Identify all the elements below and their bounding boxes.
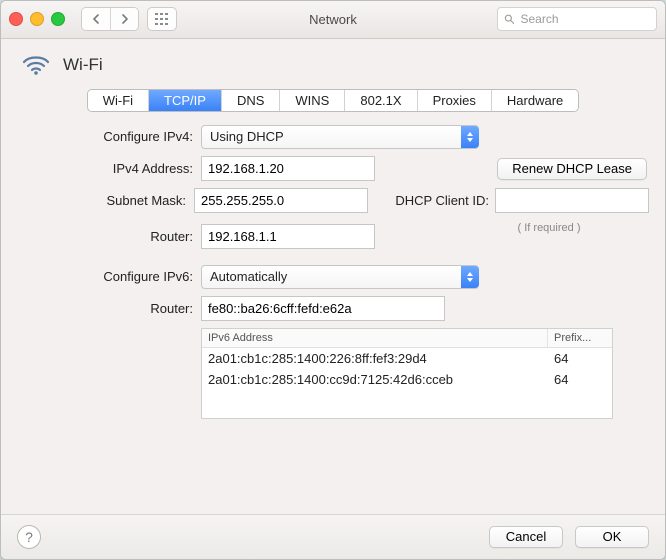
window-controls <box>9 12 65 26</box>
ipv6-prefix-cell: 64 <box>548 369 612 390</box>
subnet-mask-field[interactable] <box>194 188 368 213</box>
chevron-updown-icon <box>461 126 479 148</box>
ipv4-router-label: Router: <box>17 229 201 244</box>
table-row[interactable]: 2a01:cb1c:285:1400:cc9d:7125:42d6:cceb64 <box>202 369 612 390</box>
nav-forward-button[interactable] <box>110 8 138 30</box>
ipv6-address-cell: 2a01:cb1c:285:1400:226:8ff:fef3:29d4 <box>202 348 548 369</box>
configure-ipv6-value: Automatically <box>210 269 287 284</box>
dhcp-client-id-field[interactable] <box>495 188 649 213</box>
tab-wins[interactable]: WINS <box>279 90 344 111</box>
ok-button[interactable]: OK <box>575 526 649 548</box>
ipv6-table-header-prefix: Prefix... <box>548 329 612 347</box>
cancel-button[interactable]: Cancel <box>489 526 563 548</box>
ipv6-table-header-address: IPv6 Address <box>202 329 548 347</box>
tab-wifi[interactable]: Wi-Fi <box>88 90 148 111</box>
network-prefs-window: Network Wi-Fi Wi-FiTCP/IPD <box>0 0 666 560</box>
tab-tcpip[interactable]: TCP/IP <box>148 90 221 111</box>
ipv6-router-field[interactable] <box>201 296 445 321</box>
search-icon <box>504 13 514 25</box>
help-button[interactable]: ? <box>17 525 41 549</box>
renew-dhcp-lease-button[interactable]: Renew DHCP Lease <box>497 158 647 180</box>
configure-ipv6-label: Configure IPv6: <box>17 269 201 284</box>
tab-hardware[interactable]: Hardware <box>491 90 578 111</box>
ipv6-prefix-cell: 64 <box>548 348 612 369</box>
settings-tabs: Wi-FiTCP/IPDNSWINS802.1XProxiesHardware <box>87 89 580 112</box>
interface-title: Wi-Fi <box>63 55 103 75</box>
configure-ipv6-select[interactable]: Automatically <box>201 265 479 289</box>
dhcp-client-id-label: DHCP Client ID: <box>393 193 495 208</box>
search-field-wrap[interactable] <box>497 7 657 31</box>
tab-proxies[interactable]: Proxies <box>417 90 491 111</box>
footer: ? Cancel OK <box>1 514 665 559</box>
ipv6-router-label: Router: <box>17 301 201 316</box>
configure-ipv4-label: Configure IPv4: <box>17 129 201 144</box>
ipv4-address-label: IPv4 Address: <box>17 161 201 176</box>
nav-back-button[interactable] <box>82 8 110 30</box>
tab-dns[interactable]: DNS <box>221 90 279 111</box>
tab-8021x[interactable]: 802.1X <box>344 90 416 111</box>
nav-back-forward <box>81 7 139 31</box>
search-input[interactable] <box>518 11 650 27</box>
zoom-window-button[interactable] <box>51 12 65 26</box>
dhcp-client-id-hint: ( If required ) <box>479 222 619 234</box>
subnet-mask-label: Subnet Mask: <box>17 193 194 208</box>
ipv4-address-field[interactable] <box>201 156 375 181</box>
configure-ipv4-select[interactable]: Using DHCP <box>201 125 479 149</box>
configure-ipv4-value: Using DHCP <box>210 129 284 144</box>
close-window-button[interactable] <box>9 12 23 26</box>
wifi-icon <box>21 53 51 77</box>
ipv6-address-cell: 2a01:cb1c:285:1400:cc9d:7125:42d6:cceb <box>202 369 548 390</box>
content-pane: Wi-Fi Wi-FiTCP/IPDNSWINS802.1XProxiesHar… <box>1 39 665 514</box>
chevron-updown-icon <box>461 266 479 288</box>
minimize-window-button[interactable] <box>30 12 44 26</box>
ipv6-address-table: IPv6 Address Prefix... 2a01:cb1c:285:140… <box>201 328 613 419</box>
table-row[interactable]: 2a01:cb1c:285:1400:226:8ff:fef3:29d464 <box>202 348 612 369</box>
titlebar: Network <box>1 1 665 39</box>
show-all-prefs-button[interactable] <box>147 7 177 31</box>
